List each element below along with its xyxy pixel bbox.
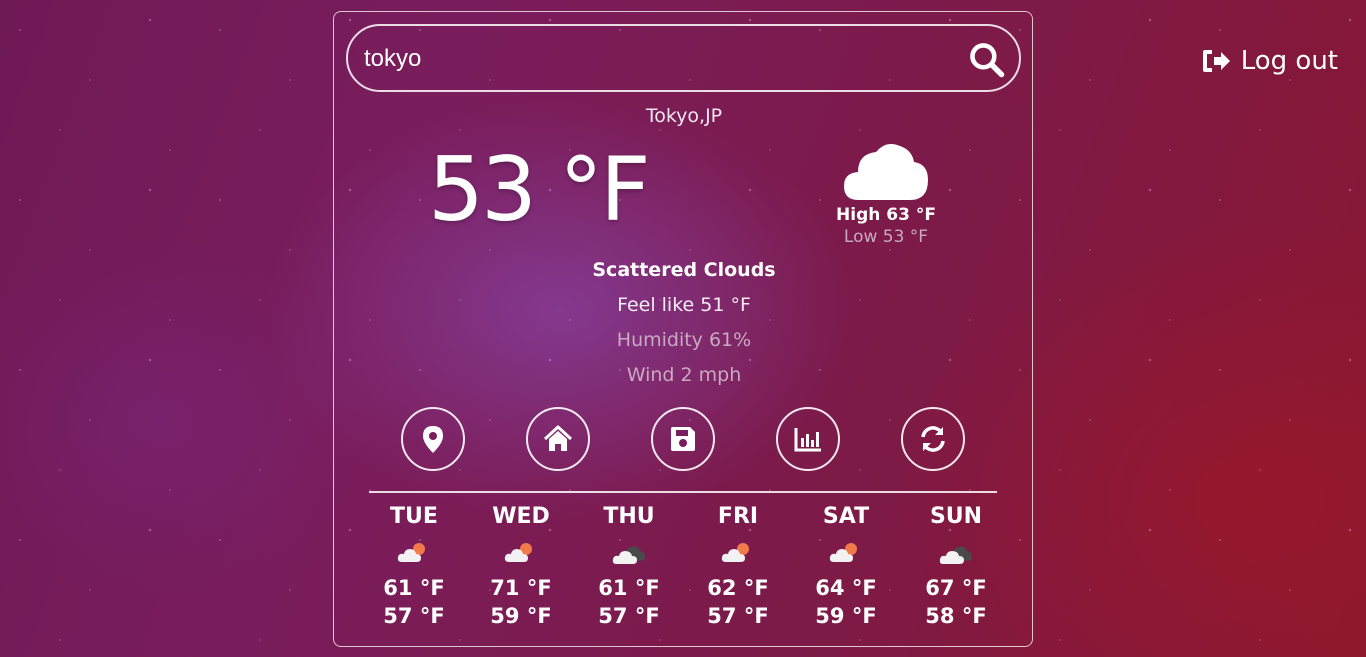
search-icon [970,43,1005,78]
broken-clouds-icon [612,546,645,564]
forecast-day-name: TUE [390,504,438,529]
wind-speed: Wind 2 mph [626,364,742,386]
forecast-day: SUN 67 °F 58 °F [906,502,1006,630]
forecast-low: 57 °F [383,604,445,628]
forecast-divider [369,491,997,493]
weather-card: Tokyo,JP 53 °F High 63 °F Low 53 °F Scat… [333,11,1033,647]
forecast-high: 67 °F [925,576,987,600]
forecast-day-name: SAT [822,504,870,529]
save-button[interactable] [651,407,715,471]
search-input[interactable] [364,40,954,78]
forecast-day: TUE 61 °F 57 °F [364,502,464,630]
location-label: Tokyo,JP [645,105,723,127]
forecast-day: FRI 62 °F 57 °F [688,502,788,630]
map-marker-icon [423,426,443,453]
logout-label: Log out [1240,46,1338,76]
forecast-high: 64 °F [815,576,877,600]
home-button[interactable] [526,407,590,471]
partly-cloudy-icon [504,543,532,562]
sign-out-icon [1202,50,1230,72]
forecast-row: TUE 61 °F 57 °F WED 71 °F 59 °F THU 61 °… [364,502,1014,642]
current-temperature: 53 °F [428,138,651,241]
home-icon [543,425,573,451]
bar-chart-icon [794,428,821,452]
forecast-low: 57 °F [707,604,769,628]
forecast-low: 58 °F [925,604,987,628]
humidity: Humidity 61% [616,329,752,351]
search-button[interactable] [965,38,1009,82]
forecast-high: 62 °F [707,576,769,600]
chart-button[interactable] [776,407,840,471]
forecast-high: 61 °F [598,576,660,600]
low-temperature: Low 53 °F [843,227,929,247]
forecast-day: WED 71 °F 59 °F [471,502,571,630]
partly-cloudy-icon [721,543,749,562]
logout-button[interactable]: Log out [1201,46,1338,76]
forecast-high: 61 °F [383,576,445,600]
forecast-day-name: THU [603,504,655,529]
forecast-low: 59 °F [815,604,877,628]
refresh-icon [921,426,945,452]
search-bar [346,24,1021,92]
forecast-day: SAT 64 °F 59 °F [796,502,896,630]
cloud-icon [844,144,928,200]
forecast-day: THU 61 °F 57 °F [579,502,679,630]
forecast-day-name: SUN [929,504,983,529]
broken-clouds-icon [939,546,972,564]
location-button[interactable] [401,407,465,471]
feels-like: Feel like 51 °F [617,294,751,316]
partly-cloudy-icon [829,543,857,562]
partly-cloudy-icon [397,543,425,562]
refresh-button[interactable] [901,407,965,471]
save-icon [671,427,695,451]
forecast-high: 71 °F [490,576,552,600]
high-temperature: High 63 °F [836,205,936,225]
weather-description: Scattered Clouds [592,259,776,281]
forecast-day-name: FRI [717,504,759,529]
action-bar [401,407,967,471]
forecast-low: 57 °F [598,604,660,628]
forecast-low: 59 °F [490,604,552,628]
forecast-day-name: WED [492,504,550,529]
